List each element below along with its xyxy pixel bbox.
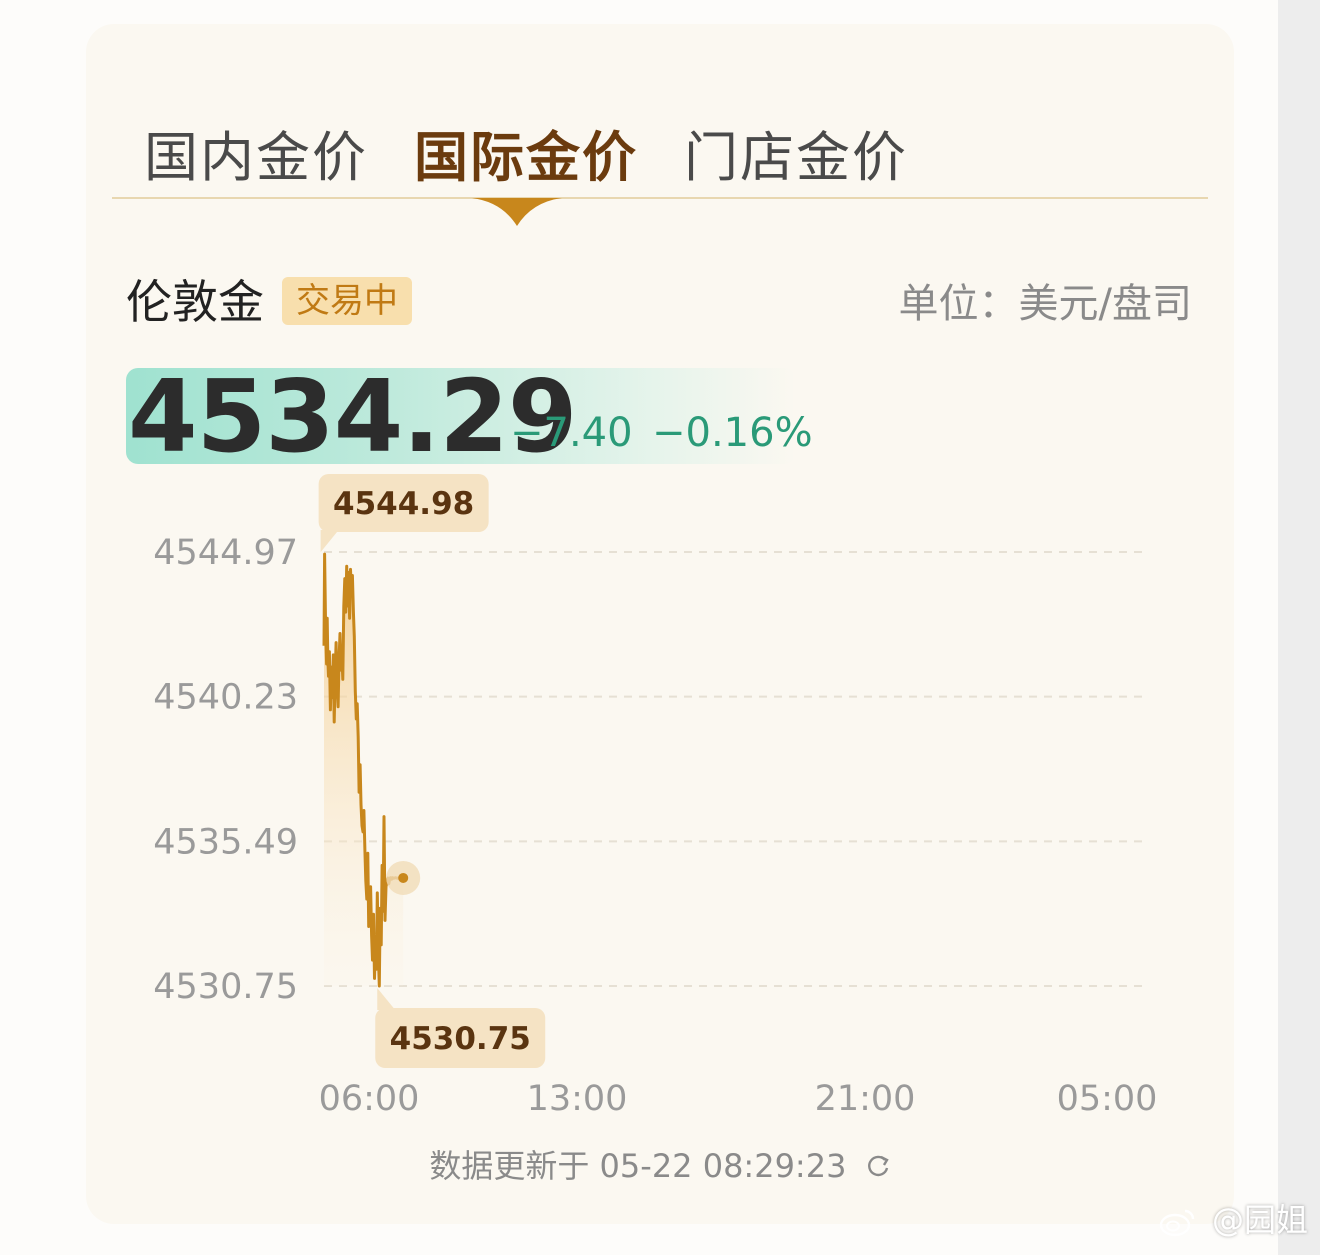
refresh-icon[interactable]	[865, 1153, 891, 1179]
y-tick-label: 4540.23	[153, 678, 298, 718]
max-price-callout-label: 4544.98	[333, 486, 474, 522]
gold-price-card: 国内金价 国际金价 门店金价 伦敦金 交易中 单位：美元/盘司 4534.29 …	[86, 24, 1234, 1224]
weibo-watermark: @园姐	[1158, 1195, 1308, 1241]
price-area-fill	[324, 554, 404, 986]
y-tick-label: 4530.75	[153, 967, 298, 1007]
min-price-callout: 4530.75	[375, 988, 546, 1068]
y-tick-label: 4544.97	[153, 533, 298, 573]
x-tick-label: 06:00	[319, 1079, 420, 1119]
x-tick-label: 21:00	[815, 1079, 916, 1119]
min-price-callout-label: 4530.75	[390, 1021, 531, 1057]
x-tick-label: 05:00	[1057, 1079, 1158, 1119]
x-tick-label: 13:00	[527, 1079, 628, 1119]
current-price-dot	[386, 860, 421, 895]
max-price-callout: 4544.98	[318, 474, 489, 553]
data-update-row: 数据更新于 05-22 08:29:23	[86, 1144, 1234, 1188]
watermark-text: @园姐	[1211, 1201, 1308, 1239]
weibo-logo-icon	[1159, 1209, 1195, 1237]
gold-price-chart: 4544.97 4540.23 4535.49 4530.75 06:00 13:00 2…	[153, 474, 1158, 1119]
y-tick-label: 4535.49	[153, 822, 298, 862]
update-timestamp: 数据更新于 05-22 08:29:23	[429, 1147, 847, 1185]
